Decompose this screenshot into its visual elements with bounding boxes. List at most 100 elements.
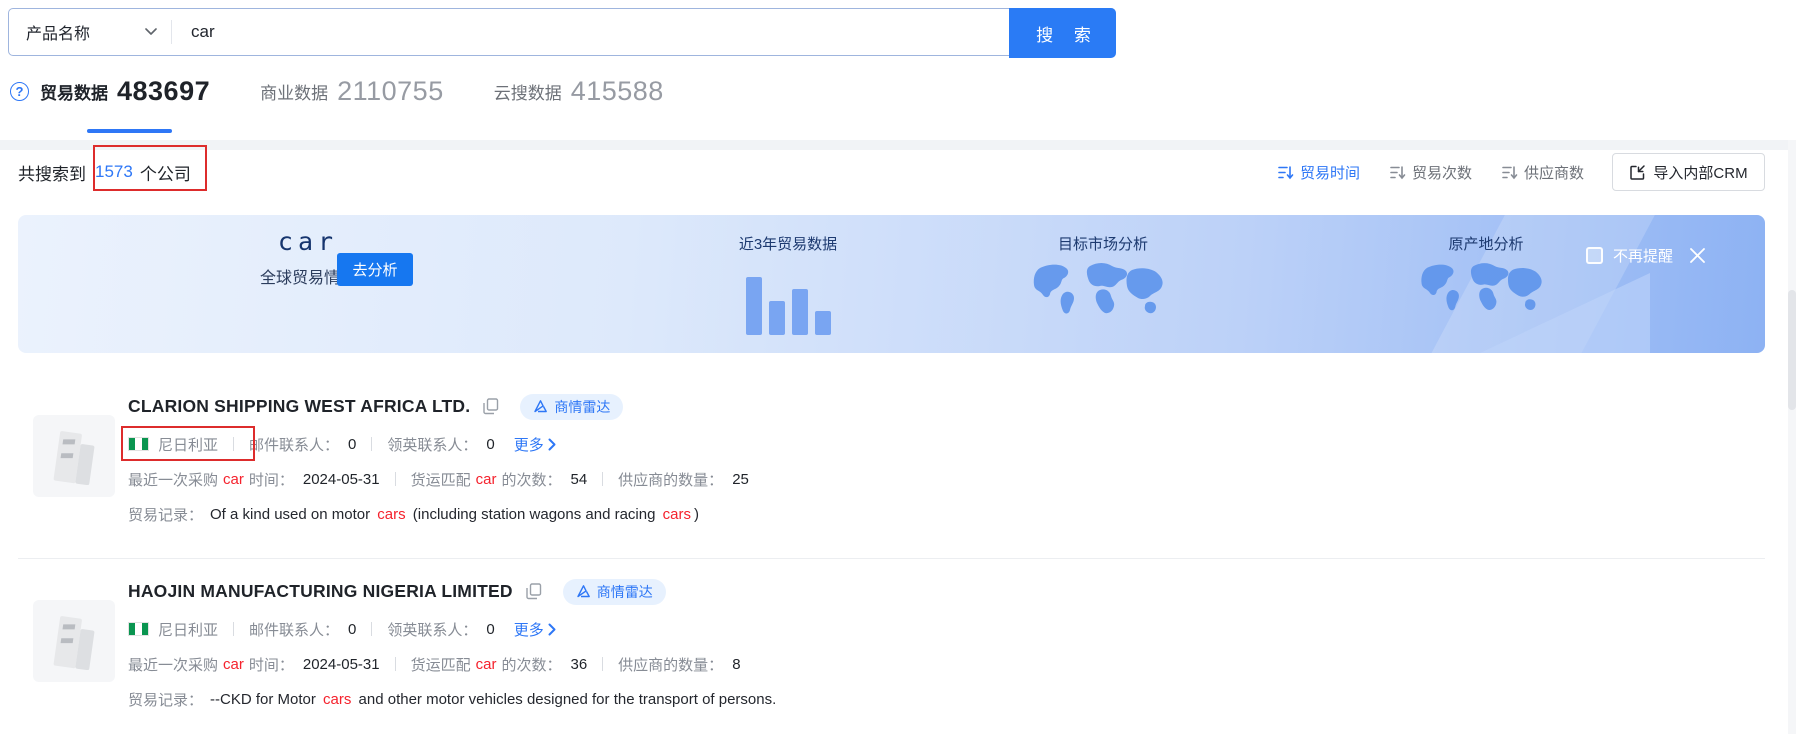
search-input[interactable] (172, 9, 1115, 55)
nigeria-flag-icon (128, 622, 149, 636)
freight-match-label2: 的次数： (501, 654, 561, 675)
radar-icon (576, 584, 591, 599)
tab-cloud-search-data[interactable]: 云搜数据 415588 (494, 76, 664, 107)
banner-panel-target-market: 目标市场分析 (1008, 233, 1198, 335)
dont-remind-checkbox[interactable] (1586, 247, 1603, 264)
last-purchase-label2: 时间： (249, 654, 294, 675)
divider (371, 437, 372, 451)
scrollbar-thumb[interactable] (1788, 290, 1796, 410)
business-radar-badge[interactable]: 商情雷达 (520, 394, 623, 420)
supplier-count-value: 25 (732, 471, 749, 488)
import-icon (1629, 164, 1646, 181)
active-tab-indicator (87, 129, 172, 133)
email-contacts-label: 邮件联系人： (249, 434, 339, 455)
tab-business-data[interactable]: 商业数据 2110755 (260, 76, 444, 107)
tab-label: 云搜数据 (494, 79, 562, 104)
page-background-strip (0, 140, 1796, 150)
more-link[interactable]: 更多 (514, 619, 557, 640)
keyword-highlight: cars (323, 691, 351, 708)
email-contacts-label: 邮件联系人： (249, 619, 339, 640)
divider (602, 657, 603, 671)
keyword-highlight: car (476, 656, 497, 673)
company-avatar[interactable] (33, 600, 115, 682)
trade-data-search-page: 产品名称 搜 索 ? 贸易数据 483697 商业数据 2110755 云搜数据… (0, 0, 1796, 734)
banner-keyword: car (233, 227, 383, 256)
tab-trade-data[interactable]: 贸易数据 483697 (40, 76, 210, 107)
sort-label: 贸易时间 (1300, 162, 1360, 183)
keyword-highlight: cars (377, 506, 405, 523)
bar-chart-icon (713, 263, 863, 335)
freight-match-count: 36 (570, 656, 587, 673)
company-name[interactable]: HAOJIN MANUFACTURING NIGERIA LIMITED (128, 581, 513, 602)
keyword-highlight: car (476, 471, 497, 488)
sort-trade-time[interactable]: 贸易时间 (1278, 162, 1360, 183)
tab-count: 2110755 (337, 76, 444, 107)
copy-icon[interactable] (483, 398, 499, 415)
radar-icon (533, 399, 548, 414)
linkedin-contacts-label: 领英联系人： (387, 619, 477, 640)
analysis-promo-banner: car 全球贸易情况 去分析 近3年贸易数据 目标市场分析 (18, 215, 1765, 353)
results-prefix: 共搜索到 (18, 160, 86, 185)
annotation-box-country (121, 426, 255, 461)
search-category-dropdown[interactable]: 产品名称 (9, 9, 171, 55)
tab-label: 商业数据 (260, 79, 328, 104)
company-avatar[interactable] (33, 415, 115, 497)
sort-supplier-count[interactable]: 供应商数 (1502, 162, 1584, 183)
building-icon (47, 612, 101, 670)
sort-label: 供应商数 (1524, 162, 1584, 183)
divider (233, 622, 234, 636)
dont-remind-label: 不再提醒 (1613, 245, 1673, 266)
freight-match-label: 货运匹配 (411, 654, 471, 675)
email-contacts-value: 0 (348, 436, 356, 453)
help-icon[interactable]: ? (10, 82, 29, 101)
search-button[interactable]: 搜 索 (1009, 8, 1116, 58)
company-name[interactable]: CLARION SHIPPING WEST AFRICA LTD. (128, 396, 470, 417)
sort-trade-count[interactable]: 贸易次数 (1390, 162, 1472, 183)
annotation-box-results-count (93, 145, 207, 191)
more-link[interactable]: 更多 (514, 434, 557, 455)
business-radar-badge[interactable]: 商情雷达 (563, 579, 666, 605)
chevron-right-icon (548, 623, 557, 636)
company-card: HAOJIN MANUFACTURING NIGERIA LIMITED 商情雷… (33, 575, 1765, 710)
email-contacts-value: 0 (348, 621, 356, 638)
company-card: CLARION SHIPPING WEST AFRICA LTD. 商情雷达 尼… (33, 390, 1765, 525)
search-bar: 产品名称 搜 索 (8, 8, 1116, 56)
last-purchase-label2: 时间： (249, 469, 294, 490)
badge-label: 商情雷达 (597, 582, 653, 602)
keyword-highlight: car (223, 656, 244, 673)
sort-label: 贸易次数 (1412, 162, 1472, 183)
keyword-highlight: car (223, 471, 244, 488)
trade-record-label: 贸易记录： (128, 504, 203, 525)
divider (395, 472, 396, 486)
more-label: 更多 (514, 619, 544, 640)
import-crm-button[interactable]: 导入内部CRM (1612, 153, 1765, 191)
sort-icon (1278, 165, 1294, 180)
supplier-count-label: 供应商的数量： (618, 654, 723, 675)
copy-icon[interactable] (526, 583, 542, 600)
freight-match-label2: 的次数： (501, 469, 561, 490)
badge-label: 商情雷达 (554, 397, 610, 417)
tab-count: 483697 (117, 76, 210, 107)
linkedin-contacts-value: 0 (486, 621, 494, 638)
banner-panel-title: 目标市场分析 (1008, 233, 1198, 254)
divider (395, 657, 396, 671)
import-crm-label: 导入内部CRM (1653, 162, 1747, 183)
banner-panel-title: 原产地分析 (1396, 233, 1576, 254)
chevron-down-icon (145, 28, 157, 36)
linkedin-contacts-value: 0 (486, 436, 494, 453)
tab-count: 415588 (571, 76, 664, 107)
data-tabs: ? 贸易数据 483697 商业数据 2110755 云搜数据 415588 (10, 76, 714, 107)
tab-label: 贸易数据 (40, 79, 108, 104)
company-divider (18, 558, 1765, 559)
banner-panel-origin: 原产地分析 (1396, 233, 1576, 331)
analyze-button[interactable]: 去分析 (337, 253, 413, 286)
chevron-right-icon (548, 438, 557, 451)
close-icon[interactable] (1689, 247, 1706, 264)
results-bar: 共搜索到 1573 个公司 贸易时间 贸易次数 供应商 (18, 150, 1765, 194)
sort-controls: 贸易时间 贸易次数 供应商数 (1278, 162, 1584, 183)
banner-panel-trade-3y: 近3年贸易数据 (713, 233, 863, 335)
trade-record-text: --CKD for Motor cars and other motor veh… (210, 691, 782, 708)
more-label: 更多 (514, 434, 544, 455)
world-map-icon (1396, 260, 1576, 331)
scrollbar[interactable] (1788, 140, 1796, 734)
